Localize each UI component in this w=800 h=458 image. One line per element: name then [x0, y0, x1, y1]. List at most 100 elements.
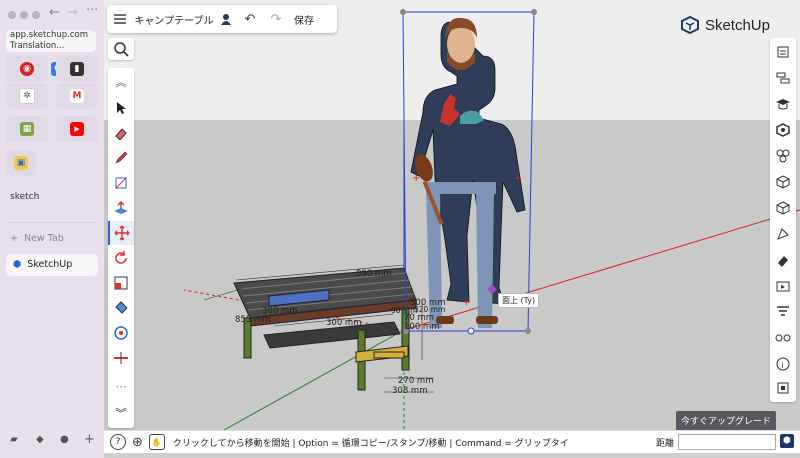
new-tab-label: New Tab: [23, 233, 64, 244]
rotation-grip[interactable]: [467, 327, 475, 335]
top-toolbar: キャンプテーブル ↶ ↷ 保存: [107, 5, 337, 33]
dimension-label: 855 mm: [235, 315, 271, 325]
move-icon: [114, 225, 130, 241]
help-icon[interactable]: ?: [110, 434, 126, 450]
back-arrow-icon[interactable]: ←: [49, 5, 60, 20]
select-tool[interactable]: [108, 96, 134, 120]
selection-grip[interactable]: [525, 328, 531, 334]
outliner-icon[interactable]: [770, 66, 796, 90]
globe-icon[interactable]: ⊕: [132, 435, 143, 450]
scenes-icon[interactable]: [770, 274, 796, 298]
cat-icon[interactable]: ◆: [36, 434, 44, 445]
dimension-label: 100 mm: [404, 322, 440, 332]
minimize-window-dot[interactable]: [20, 11, 28, 19]
arrow-cursor-icon: [117, 102, 126, 114]
tab-sketchup[interactable]: ⬢ SketchUp: [6, 254, 98, 276]
close-window-dot[interactable]: [8, 11, 16, 19]
instructor-icon[interactable]: [770, 92, 796, 116]
tab-label: SketchUp: [27, 259, 73, 270]
rotate-tool[interactable]: [108, 246, 134, 270]
account-icon[interactable]: [215, 5, 237, 33]
extension-tile-5[interactable]: M: [56, 83, 98, 109]
person-hips: [426, 182, 496, 194]
extensions-icon[interactable]: [770, 376, 796, 400]
pencil-tool[interactable]: [108, 146, 134, 170]
distance-label: 距離: [656, 438, 675, 449]
upgrade-button[interactable]: 今すぐアップグレード: [676, 411, 776, 430]
chatgpt-icon: ✲: [19, 88, 35, 104]
sketchup-app: + + + 890 mm 300 mm 320 mm 70 mm 90 mm 1…: [104, 0, 800, 458]
hand-icon[interactable]: ✋: [148, 434, 165, 450]
undo-icon[interactable]: ↶: [237, 5, 263, 33]
extension-tile-4[interactable]: ✲: [6, 83, 48, 109]
pencil-icon: [115, 151, 128, 164]
rectangle-icon: [115, 177, 127, 189]
push-pull-icon: [114, 201, 128, 214]
table-foot: [373, 351, 405, 359]
archive-icon[interactable]: ▰: [10, 434, 18, 445]
status-instruction: クリックしてから移動を開始 | Option = 循環コピー/スタンプ/移動 |…: [172, 438, 569, 449]
rotate-icon: [115, 251, 127, 264]
collapse-up-icon[interactable]: ︽: [108, 70, 134, 94]
extension-tile-8[interactable]: ▣: [6, 150, 36, 176]
redo-icon[interactable]: ↷: [263, 5, 289, 33]
selection-grip[interactable]: [531, 9, 537, 15]
shadows-icon[interactable]: [770, 300, 796, 324]
more-icon[interactable]: ···: [86, 3, 98, 18]
search-tool[interactable]: [108, 38, 134, 60]
rectangle-tool[interactable]: [108, 171, 134, 195]
sketchup-favicon-icon: ⬢: [13, 259, 22, 270]
eraser-tool[interactable]: [108, 121, 134, 145]
save-button[interactable]: 保存: [289, 5, 319, 33]
selection-grip[interactable]: [400, 9, 406, 15]
paint-bucket-tool[interactable]: [108, 296, 134, 320]
status-bar: ? ⊕ ✋ クリックしてから移動を開始 | Option = 循環コピー/スタン…: [104, 430, 800, 453]
paint-bucket-icon: [115, 301, 128, 314]
folder-label[interactable]: sketch: [10, 192, 39, 202]
styles-icon[interactable]: [770, 170, 796, 194]
url-page-title: Translation...: [10, 41, 65, 51]
forward-arrow-icon[interactable]: →: [67, 5, 78, 20]
push-pull-tool[interactable]: [108, 196, 134, 220]
inference-tooltip: 面上 (Ty): [498, 293, 540, 308]
add-icon[interactable]: +: [84, 432, 95, 447]
tape-measure-tool[interactable]: [108, 321, 134, 345]
new-tab-button[interactable]: + New Tab: [10, 233, 64, 244]
youtube-icon: ▶: [70, 122, 84, 136]
info-icon[interactable]: i: [770, 352, 796, 376]
scale-tool[interactable]: [108, 271, 134, 295]
distance-field[interactable]: [678, 434, 776, 450]
sketchup-status-icon: ⬢: [780, 434, 794, 448]
url-box[interactable]: app.sketchup.com Translation...: [6, 30, 96, 52]
midpoint-marker: +: [514, 173, 522, 184]
display-icon[interactable]: [770, 326, 796, 350]
section-plane-tool[interactable]: [108, 346, 134, 370]
entity-info-icon[interactable]: [770, 40, 796, 64]
zoom-window-dot[interactable]: [32, 11, 40, 19]
tape-measure-icon: [114, 326, 128, 340]
soften-edges-icon[interactable]: [770, 222, 796, 246]
dimension-label: 90 mm: [391, 306, 418, 315]
tool-palette: ︽ ⋯ ︾: [108, 68, 134, 428]
more-tools-icon[interactable]: ⋯: [108, 374, 134, 398]
model-title[interactable]: キャンプテーブル: [133, 5, 215, 33]
person-shoe-right: [476, 316, 498, 324]
collapse-down-icon[interactable]: ︾: [108, 401, 134, 425]
right-panel-bar: i: [770, 38, 796, 402]
extension-tile-7[interactable]: ▶: [56, 116, 98, 142]
move-tool[interactable]: [108, 221, 134, 245]
dot-icon[interactable]: ●: [60, 434, 69, 445]
puzzle-extension-icon: ▦: [20, 122, 34, 136]
extension-tile-3[interactable]: ▮: [56, 56, 98, 82]
sidebar-divider: [6, 222, 98, 223]
note-extension-icon: ▣: [14, 156, 28, 170]
tags-icon[interactable]: [770, 196, 796, 220]
person-jeans-right: [476, 190, 494, 328]
3d-viewport[interactable]: + + +: [104, 0, 800, 458]
browser-sidebar: ← → ··· app.sketchup.com Translation... …: [0, 0, 104, 458]
hamburger-menu-icon[interactable]: [107, 5, 133, 33]
extension-tile-6[interactable]: ▦: [6, 116, 48, 142]
materials-icon[interactable]: [770, 144, 796, 168]
eraser-panel-icon[interactable]: [770, 248, 796, 272]
components-icon[interactable]: [770, 118, 796, 142]
